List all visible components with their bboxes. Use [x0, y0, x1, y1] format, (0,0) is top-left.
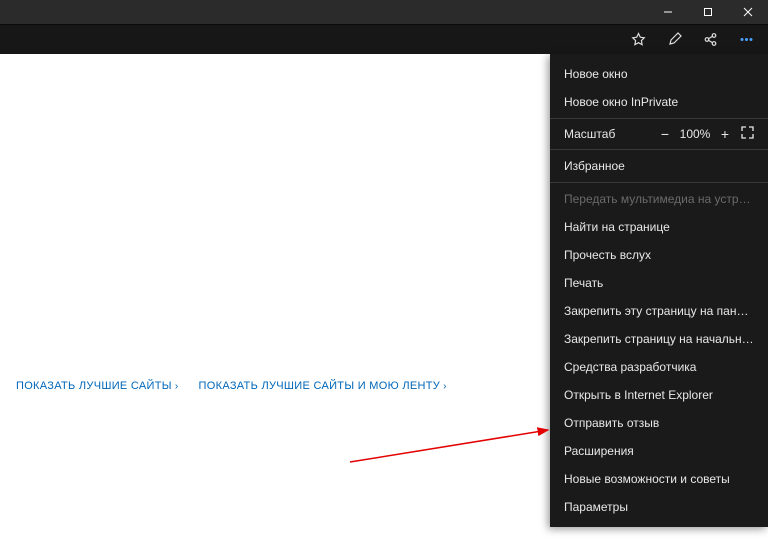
maximize-button[interactable]	[688, 0, 728, 24]
zoom-in-button[interactable]: +	[714, 126, 736, 142]
settings-menu: Новое окно Новое окно InPrivate Масштаб …	[550, 54, 768, 527]
menu-settings[interactable]: Параметры	[550, 493, 768, 521]
menu-dev-tools[interactable]: Средства разработчика	[550, 353, 768, 381]
menu-favorites[interactable]: Избранное	[550, 152, 768, 180]
close-button[interactable]	[728, 0, 768, 24]
menu-cast: Передать мультимедиа на устройство	[550, 185, 768, 213]
menu-separator	[550, 118, 768, 119]
menu-open-ie[interactable]: Открыть в Internet Explorer	[550, 381, 768, 409]
menu-new-inprivate[interactable]: Новое окно InPrivate	[550, 88, 768, 116]
show-top-sites-feed-link[interactable]: ПОКАЗАТЬ ЛУЧШИЕ САЙТЫ И МОЮ ЛЕНТУ	[199, 380, 447, 392]
menu-pin-start[interactable]: Закрепить страницу на начальном экране	[550, 325, 768, 353]
menu-whats-new[interactable]: Новые возможности и советы	[550, 465, 768, 493]
menu-separator	[550, 149, 768, 150]
window-titlebar	[0, 0, 768, 24]
notes-icon[interactable]	[656, 25, 692, 55]
zoom-label: Масштаб	[564, 127, 654, 141]
show-top-sites-link[interactable]: ПОКАЗАТЬ ЛУЧШИЕ САЙТЫ	[16, 380, 179, 392]
share-icon[interactable]	[692, 25, 728, 55]
menu-zoom-row: Масштаб − 100% +	[550, 121, 768, 147]
fullscreen-button[interactable]	[736, 126, 758, 142]
menu-find[interactable]: Найти на странице	[550, 213, 768, 241]
menu-read-aloud[interactable]: Прочесть вслух	[550, 241, 768, 269]
start-page-links: ПОКАЗАТЬ ЛУЧШИЕ САЙТЫ ПОКАЗАТЬ ЛУЧШИЕ СА…	[16, 380, 447, 392]
zoom-out-button[interactable]: −	[654, 126, 676, 142]
favorites-icon[interactable]	[620, 25, 656, 55]
menu-pin-taskbar[interactable]: Закрепить эту страницу на панели задач	[550, 297, 768, 325]
menu-feedback[interactable]: Отправить отзыв	[550, 409, 768, 437]
menu-print[interactable]: Печать	[550, 269, 768, 297]
browser-toolbar	[0, 24, 768, 54]
zoom-value: 100%	[676, 127, 714, 141]
menu-separator	[550, 182, 768, 183]
more-icon[interactable]	[728, 25, 764, 55]
menu-new-window[interactable]: Новое окно	[550, 60, 768, 88]
menu-extensions[interactable]: Расширения	[550, 437, 768, 465]
minimize-button[interactable]	[648, 0, 688, 24]
